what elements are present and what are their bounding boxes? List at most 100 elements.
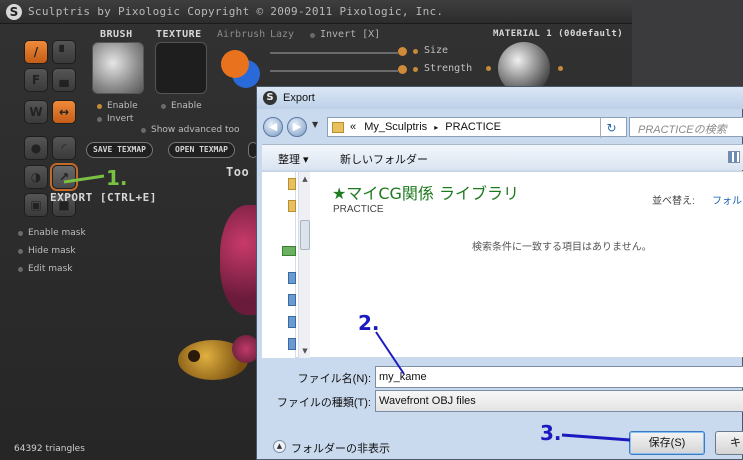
color-swatch-primary[interactable] [221,50,249,78]
enable-mask-dot [18,231,23,236]
brush-invert-dot [97,117,102,122]
tree-drive-icon[interactable] [288,294,296,306]
scroll-up-icon[interactable]: ▲ [300,174,310,184]
edit-mask-label[interactable]: Edit mask [28,264,72,274]
size-label: Size [424,45,449,56]
invert-x-label[interactable]: Invert [X] [320,29,380,40]
back-icon[interactable]: ◀ [263,117,283,137]
hide-folders-toggle[interactable]: ▲ フォルダーの非表示 [273,440,390,456]
tools-label: Too [226,165,250,179]
tree-computer-icon[interactable] [288,272,296,284]
chevron-up-icon: ▲ [273,440,286,453]
size-slider-knob[interactable] [398,47,407,56]
show-advanced-dot [141,128,146,133]
empty-message: 検索条件に一致する項目はありません。 [472,242,652,253]
lock-icon[interactable]: ▣ [24,193,48,217]
address-bar[interactable]: « My_Sculptris ▸ PRACTICE ▼ [327,117,660,137]
address-row: ◀ ▶ ▼ « My_Sculptris ▸ PRACTICE ▼ ↻ PRAC… [257,114,743,140]
material-dot-right [558,66,563,71]
wave-icon[interactable]: W [24,100,48,124]
fill-icon[interactable]: F [24,68,48,92]
sort-value-link[interactable]: フォル [712,192,742,207]
export-dialog: S Export ◀ ▶ ▼ « My_Sculptris ▸ PRACTICE… [256,86,743,460]
tree-drive-icon[interactable] [288,316,296,328]
lazy-label[interactable]: Lazy [270,29,294,40]
sculptris-title: Sculptris by Pixologic Copyright © 2009-… [28,5,444,18]
texture-enable-dot [161,104,166,109]
size-slider-track[interactable] [270,52,398,54]
tree-folder-icon[interactable] [288,200,296,212]
size-dot [413,49,418,54]
tree-drive-icon[interactable] [288,338,296,350]
search-input[interactable]: PRACTICEの検索 [629,117,743,137]
cancel-button[interactable]: キ [715,431,743,455]
texture-swatch[interactable] [155,42,207,94]
breadcrumb-overflow[interactable]: « [350,121,356,133]
sculptris-small-icon: S [263,91,277,105]
obj-icon[interactable]: ◑ [24,165,48,189]
breadcrumb-my-sculptris[interactable]: My_Sculptris [364,121,427,133]
brush-enable-dot [97,104,102,109]
hide-mask-label[interactable]: Hide mask [28,246,76,256]
forward-icon[interactable]: ▶ [287,117,307,137]
library-title: ★マイCG関係 ライブラリ [332,184,520,203]
filetype-value: Wavefront OBJ files [379,395,476,407]
hide-mask-dot [18,249,23,254]
filename-field[interactable]: my_kame [375,366,743,388]
view-options-icon[interactable] [728,151,740,163]
dialog-toolbar: 整理 ▾ 新しいフォルダー [262,144,743,170]
model-eye [188,350,200,362]
material-dot-left [486,66,491,71]
breadcrumb-separator-icon[interactable]: ▸ [434,123,438,132]
breadcrumb-practice[interactable]: PRACTICE [445,121,501,133]
strength-label: Strength [424,63,473,74]
search-placeholder: PRACTICEの検索 [638,124,727,136]
crease-icon[interactable]: ▄ [52,68,76,92]
strength-dot [413,67,418,72]
move-icon[interactable]: ↔ [52,100,76,124]
flatten-icon[interactable]: ▘ [52,40,76,64]
enable-mask-label[interactable]: Enable mask [28,228,86,238]
airbrush-label[interactable]: Airbrush [217,29,265,40]
tree-scrollbar[interactable]: ▲ ▼ [298,172,310,358]
brush-enable-label[interactable]: Enable [107,101,138,111]
annotation-step-3: 3. [540,421,562,445]
sort-label: 並べ替え: [652,196,695,207]
file-list-pane: ▲ ▼ ★マイCG関係 ライブラリ PRACTICE 並べ替え: フォル 検索条… [262,171,743,358]
history-dropdown-icon[interactable]: ▼ [312,120,318,129]
edit-mask-dot [18,267,23,272]
scroll-thumb[interactable] [300,220,310,250]
new-folder-button[interactable]: 新しいフォルダー [340,151,428,167]
tree-homegroup-icon[interactable] [282,246,296,256]
open-texmap-button[interactable]: OPEN TEXMAP [168,142,235,158]
brush-invert-label[interactable]: Invert [107,114,133,124]
triangle-count: 64392 triangles [14,444,85,454]
filetype-label: ファイルの種類(T): [276,397,371,409]
navigation-tree[interactable] [262,172,296,358]
draw-icon[interactable]: / [24,40,48,64]
filetype-select[interactable]: Wavefront OBJ files [375,390,743,412]
save-button[interactable]: 保存(S) [629,431,705,455]
strength-slider-track[interactable] [270,70,398,72]
texture-enable-label[interactable]: Enable [171,101,202,111]
library-subtitle: PRACTICE [333,204,384,215]
invert-dot [310,33,315,38]
scroll-down-icon[interactable]: ▼ [300,346,310,356]
save-texmap-button[interactable]: SAVE TEXMAP [86,142,153,158]
smooth-icon[interactable]: ◜ [52,136,76,160]
show-advanced-label[interactable]: Show advanced too [151,125,240,135]
dialog-titlebar: S Export [257,87,743,109]
organize-menu[interactable]: 整理 ▾ [278,151,309,167]
sculptris-titlebar: S Sculptris by Pixologic Copyright © 200… [0,0,632,24]
brush-label: BRUSH [100,29,133,40]
export-icon[interactable]: ↗ [52,165,76,189]
filename-label: ファイル名(N): [297,373,371,385]
tree-folder-icon[interactable] [288,178,296,190]
sphere-icon[interactable]: ● [24,136,48,160]
strength-slider-knob[interactable] [398,65,407,74]
dialog-title: Export [283,92,315,104]
filename-value: my_kame [379,371,427,383]
brush-swatch[interactable] [92,42,144,94]
refresh-icon[interactable]: ↻ [600,118,622,138]
texture-label: TEXTURE [156,29,202,40]
